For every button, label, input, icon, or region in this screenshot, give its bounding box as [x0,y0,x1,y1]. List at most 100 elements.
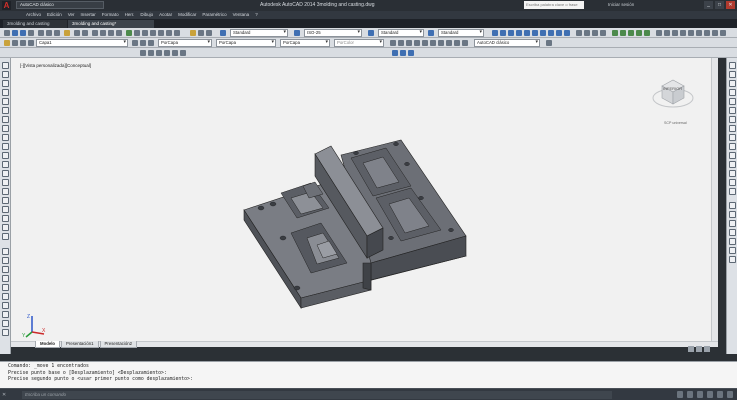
snap-insert-icon[interactable] [729,152,736,159]
workspace-switcher[interactable]: AutoCAD clásico [16,1,104,9]
osnap-settings-icon[interactable] [729,188,736,195]
doc-tab-1[interactable]: 3molding and casting [3,20,67,28]
help-icon[interactable] [174,30,180,36]
menu-archivo[interactable]: Archivo [26,11,41,19]
construction-line-icon[interactable] [2,71,9,78]
doc-tab-2[interactable]: 3molding and casting* [68,20,154,28]
tool-palettes-icon[interactable] [142,30,148,36]
view-back-icon[interactable] [500,30,506,36]
snap-quadrant-icon[interactable] [729,116,736,123]
maximize-button[interactable]: □ [715,1,724,9]
subtract-icon[interactable] [172,50,178,56]
menu-ver[interactable]: Ver [68,11,75,19]
scale-icon[interactable] [406,40,412,46]
snap-nearest-icon[interactable] [729,170,736,177]
sheet-set-icon[interactable] [150,30,156,36]
model-space-icon[interactable] [677,391,683,398]
annotation-scale-icon[interactable] [687,391,693,398]
snap-tangent-icon[interactable] [729,125,736,132]
autocad-logo-icon[interactable]: A [2,1,11,10]
lineweight-select[interactable]: PorCapa [280,39,330,47]
menu-herramientas[interactable]: Herr. [125,11,135,19]
dim-angular-icon[interactable] [729,256,736,263]
ucs-view-icon[interactable] [696,30,702,36]
viewcube[interactable]: INFERIOR SCP universal [648,72,698,132]
offset-icon[interactable] [430,40,436,46]
pan-nav-icon[interactable] [688,346,694,352]
trim-icon[interactable] [446,40,452,46]
copy-icon[interactable] [46,30,52,36]
menu-acotar[interactable]: Acotar [159,11,172,19]
cylinder-icon[interactable] [148,50,154,56]
view-sw-icon[interactable] [540,30,546,36]
close-command-icon[interactable]: ✕ [2,391,9,399]
layer-match-icon[interactable] [140,40,146,46]
render-icon[interactable] [392,50,398,56]
print-icon[interactable] [28,30,34,36]
text-style-icon[interactable] [220,30,226,36]
array-object-icon[interactable] [2,284,9,291]
layer-previous-icon[interactable] [206,30,212,36]
materials-icon[interactable] [408,50,414,56]
snap-center-icon[interactable] [729,107,736,114]
snap-extension-icon[interactable] [729,98,736,105]
visual-style-2d-icon[interactable] [612,30,618,36]
menu-parametrico[interactable]: Paramétrico [202,11,226,19]
new-icon[interactable] [4,30,10,36]
table-style-icon[interactable] [368,30,374,36]
snap-intersection-icon[interactable] [729,80,736,87]
dim-style-icon[interactable] [294,30,300,36]
insert-block-icon[interactable] [2,161,9,168]
view-se-icon[interactable] [548,30,554,36]
ellipse-arc-icon[interactable] [2,152,9,159]
properties-icon[interactable] [126,30,132,36]
circle-icon[interactable] [2,116,9,123]
ucs-world-icon[interactable] [664,30,670,36]
color-select[interactable]: PorCapa [158,39,212,47]
extrude-icon[interactable] [156,50,162,56]
snap-midpoint-icon[interactable] [729,71,736,78]
region-icon[interactable] [2,206,9,213]
lights-icon[interactable] [400,50,406,56]
snap-parallel-icon[interactable] [729,143,736,150]
redo-icon[interactable] [82,30,88,36]
view-top-icon[interactable] [524,30,530,36]
vertical-scrollbar[interactable] [711,58,718,341]
orbit-nav-icon[interactable] [704,346,710,352]
fillet-icon[interactable] [462,40,468,46]
ucs-3point-icon[interactable] [720,30,726,36]
save-icon[interactable] [20,30,26,36]
workspace-settings-icon[interactable] [546,40,552,46]
dim-aligned-icon[interactable] [729,211,736,218]
offset-object-icon[interactable] [2,275,9,282]
rotate-icon[interactable] [398,40,404,46]
trim-object-icon[interactable] [2,329,9,336]
rotate-object-icon[interactable] [2,302,9,309]
layer-lock-icon[interactable] [28,40,34,46]
pan-icon[interactable] [92,30,98,36]
table-style-select[interactable]: Standard [378,29,424,37]
zoom-previous-icon[interactable] [116,30,122,36]
linetype-select[interactable]: PorCapa [216,39,276,47]
menu-modificar[interactable]: Modificar [178,11,196,19]
layer-manager-icon[interactable] [4,40,10,46]
menu-edicion[interactable]: Edición [47,11,62,19]
layer-on-icon[interactable] [12,40,18,46]
table-icon[interactable] [2,215,9,222]
match-properties-icon[interactable] [64,30,70,36]
array-icon[interactable] [438,40,444,46]
menu-dibujo[interactable]: Dibujo [140,11,153,19]
design-center-icon[interactable] [134,30,140,36]
spline-icon[interactable] [2,134,9,141]
ucs-object-icon[interactable] [688,30,694,36]
hatch-icon[interactable] [2,188,9,195]
revision-cloud-icon[interactable] [2,125,9,132]
camera-icon[interactable] [576,30,582,36]
union-icon[interactable] [164,50,170,56]
make-block-icon[interactable] [2,170,9,177]
polyline-icon[interactable] [2,80,9,87]
arc-icon[interactable] [2,107,9,114]
tab-model[interactable]: Modelo [35,341,61,348]
intersect-icon[interactable] [180,50,186,56]
ucs-face-icon[interactable] [680,30,686,36]
